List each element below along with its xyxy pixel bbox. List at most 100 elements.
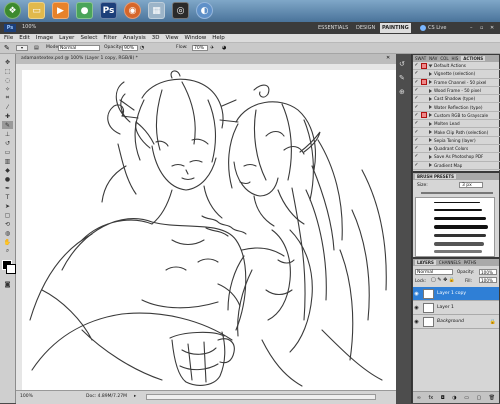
lasso-tool-icon[interactable]: ◌ [2, 76, 13, 84]
path-select-tool-icon[interactable]: ➤ [2, 202, 13, 210]
menu-edit[interactable]: Edit [19, 35, 30, 41]
eraser-tool-icon[interactable]: ▭ [2, 148, 13, 156]
tab-actions[interactable]: ACTIONS [461, 56, 486, 61]
check-icon[interactable]: ✓ [414, 79, 419, 85]
menu-layer[interactable]: Layer [59, 35, 74, 41]
check-icon[interactable]: ✓ [414, 146, 419, 151]
3d-rotate-tool-icon[interactable]: ⟲ [2, 220, 13, 228]
shape-tool-icon[interactable]: ▢ [2, 211, 13, 219]
check-icon[interactable]: ✓ [414, 104, 419, 110]
document-canvas[interactable] [22, 70, 396, 390]
type-tool-icon[interactable]: T [2, 193, 13, 201]
check-icon[interactable]: ✓ [414, 63, 419, 68]
action-item[interactable]: ✓ Gradient Map [413, 162, 500, 170]
expand-triangle-icon[interactable] [429, 105, 432, 110]
gradient-tool-icon[interactable]: ▥ [2, 157, 13, 165]
menu-image[interactable]: Image [36, 35, 53, 41]
menu-view[interactable]: View [165, 35, 178, 41]
brush-size-slider[interactable] [421, 192, 493, 194]
menu-select[interactable]: Select [80, 35, 97, 41]
opacity-input[interactable]: 90% [122, 45, 138, 51]
check-icon[interactable]: ✓ [414, 121, 419, 126]
start-orb-icon[interactable]: ❖ [4, 2, 21, 19]
action-item[interactable]: ✓ Molten Lead [413, 120, 500, 129]
pen-tool-icon[interactable]: ✒ [2, 184, 13, 192]
tab-paths[interactable]: PATHS [464, 260, 477, 265]
expand-triangle-icon[interactable] [429, 80, 432, 85]
hand-tool-icon[interactable]: ✋ [2, 238, 13, 246]
brush-preset-stroke[interactable] [434, 242, 484, 246]
brush-panel-icon[interactable]: ✎ [399, 74, 405, 82]
dialog-toggle-icon[interactable] [421, 62, 427, 69]
expand-triangle-icon[interactable] [429, 154, 432, 159]
brush-tool-icon[interactable]: ✎ [4, 44, 10, 52]
menu-window[interactable]: Window [185, 35, 207, 41]
media-player-icon[interactable]: ▶ [52, 2, 69, 19]
firefox-icon[interactable]: ◉ [124, 2, 141, 19]
dodge-tool-icon[interactable]: ● [2, 175, 13, 183]
brush-panel-toggle-icon[interactable]: ▤ [34, 45, 40, 51]
quick-select-tool-icon[interactable]: ✧ [2, 85, 13, 93]
check-icon[interactable]: ✓ [414, 96, 419, 101]
steam-icon[interactable]: ◎ [172, 2, 189, 19]
eyedropper-tool-icon[interactable]: ⁄ [2, 103, 13, 111]
tab-layers[interactable]: LAYERS [415, 260, 436, 265]
expand-triangle-icon[interactable] [429, 138, 432, 143]
brush-preset-stroke[interactable] [434, 225, 488, 229]
3d-orbit-tool-icon[interactable]: ◍ [2, 229, 13, 237]
layer-opacity-input[interactable]: 100% [479, 269, 497, 275]
layer-row-selected[interactable]: ◉ Layer 1 copy [413, 287, 499, 301]
eye-icon[interactable]: ◉ [413, 291, 420, 297]
dialog-toggle-icon[interactable] [421, 112, 427, 119]
link-layers-icon[interactable]: ∞ [417, 395, 421, 401]
pressure-size-icon[interactable]: ◕ [222, 45, 226, 51]
expand-triangle-icon[interactable] [429, 71, 432, 76]
expand-triangle-icon[interactable] [428, 64, 433, 68]
clone-stamp-tool-icon[interactable]: ⊥ [2, 130, 13, 138]
expand-triangle-icon[interactable] [429, 96, 432, 101]
check-icon[interactable]: ✓ [414, 129, 419, 135]
move-tool-icon[interactable]: ✥ [2, 58, 13, 66]
eye-icon[interactable]: ◉ [413, 305, 420, 311]
layer-row[interactable]: ◉ Layer 1 [413, 301, 499, 315]
tab-swatches[interactable]: SWAT [415, 56, 426, 61]
brush-preset-stroke[interactable] [434, 234, 486, 237]
expand-triangle-icon[interactable] [429, 121, 432, 126]
action-item[interactable]: ✓ Save As Photoshop PDF [413, 153, 500, 162]
chrome-icon[interactable]: ● [76, 2, 93, 19]
action-item[interactable]: ✓ Wood Frame - 50 pixel [413, 87, 500, 96]
check-icon[interactable]: ✓ [414, 71, 419, 76]
tab-channels[interactable]: CHANNELS [439, 260, 461, 265]
expand-triangle-icon[interactable] [429, 130, 432, 135]
tab-color[interactable]: COL [440, 56, 448, 61]
action-item[interactable]: ✓ Make Clip Path (selection) [413, 128, 500, 137]
mode-select[interactable]: Normal [58, 45, 100, 51]
check-icon[interactable]: ✓ [414, 137, 419, 143]
action-item[interactable]: ✓ Sepia Toning (layer) [413, 137, 500, 145]
horizontal-scrollbar[interactable] [146, 394, 376, 400]
clone-source-panel-icon[interactable]: ⊕ [399, 88, 405, 96]
check-icon[interactable]: ✓ [414, 112, 419, 118]
minimize-button[interactable]: – [470, 23, 473, 33]
crop-tool-icon[interactable]: ⌗ [2, 94, 13, 102]
menu-help[interactable]: Help [212, 35, 225, 41]
brush-preset-stroke[interactable] [434, 209, 482, 211]
action-item[interactable]: ✓ Frame Channel - 50 pixel [413, 79, 500, 87]
lock-icons[interactable]: ▢ ✎ ✥ 🔒 [431, 277, 455, 283]
history-brush-tool-icon[interactable]: ↺ [2, 139, 13, 147]
document-info[interactable]: Doc: 4.89M/7.27M [86, 394, 127, 399]
brush-preset-stroke[interactable] [434, 217, 486, 220]
menu-analysis[interactable]: Analysis [123, 35, 146, 41]
menu-file[interactable]: File [4, 35, 13, 41]
brush-size-input[interactable]: 3 px [459, 182, 483, 188]
expand-triangle-icon[interactable] [429, 146, 432, 151]
new-group-icon[interactable]: ▭ [464, 395, 469, 401]
action-item[interactable]: ✓ Custom RGB to Grayscale [413, 112, 500, 121]
maximize-button[interactable]: ▫ [480, 23, 483, 33]
check-icon[interactable]: ✓ [414, 88, 419, 93]
zoom-tool-icon[interactable]: ⌕ [2, 247, 13, 255]
healing-tool-icon[interactable]: ✚ [2, 112, 13, 120]
photoshop-icon[interactable]: Ps [100, 2, 117, 19]
folder-icon[interactable]: ▭ [28, 2, 45, 19]
tab-history[interactable]: HIS [452, 56, 459, 61]
